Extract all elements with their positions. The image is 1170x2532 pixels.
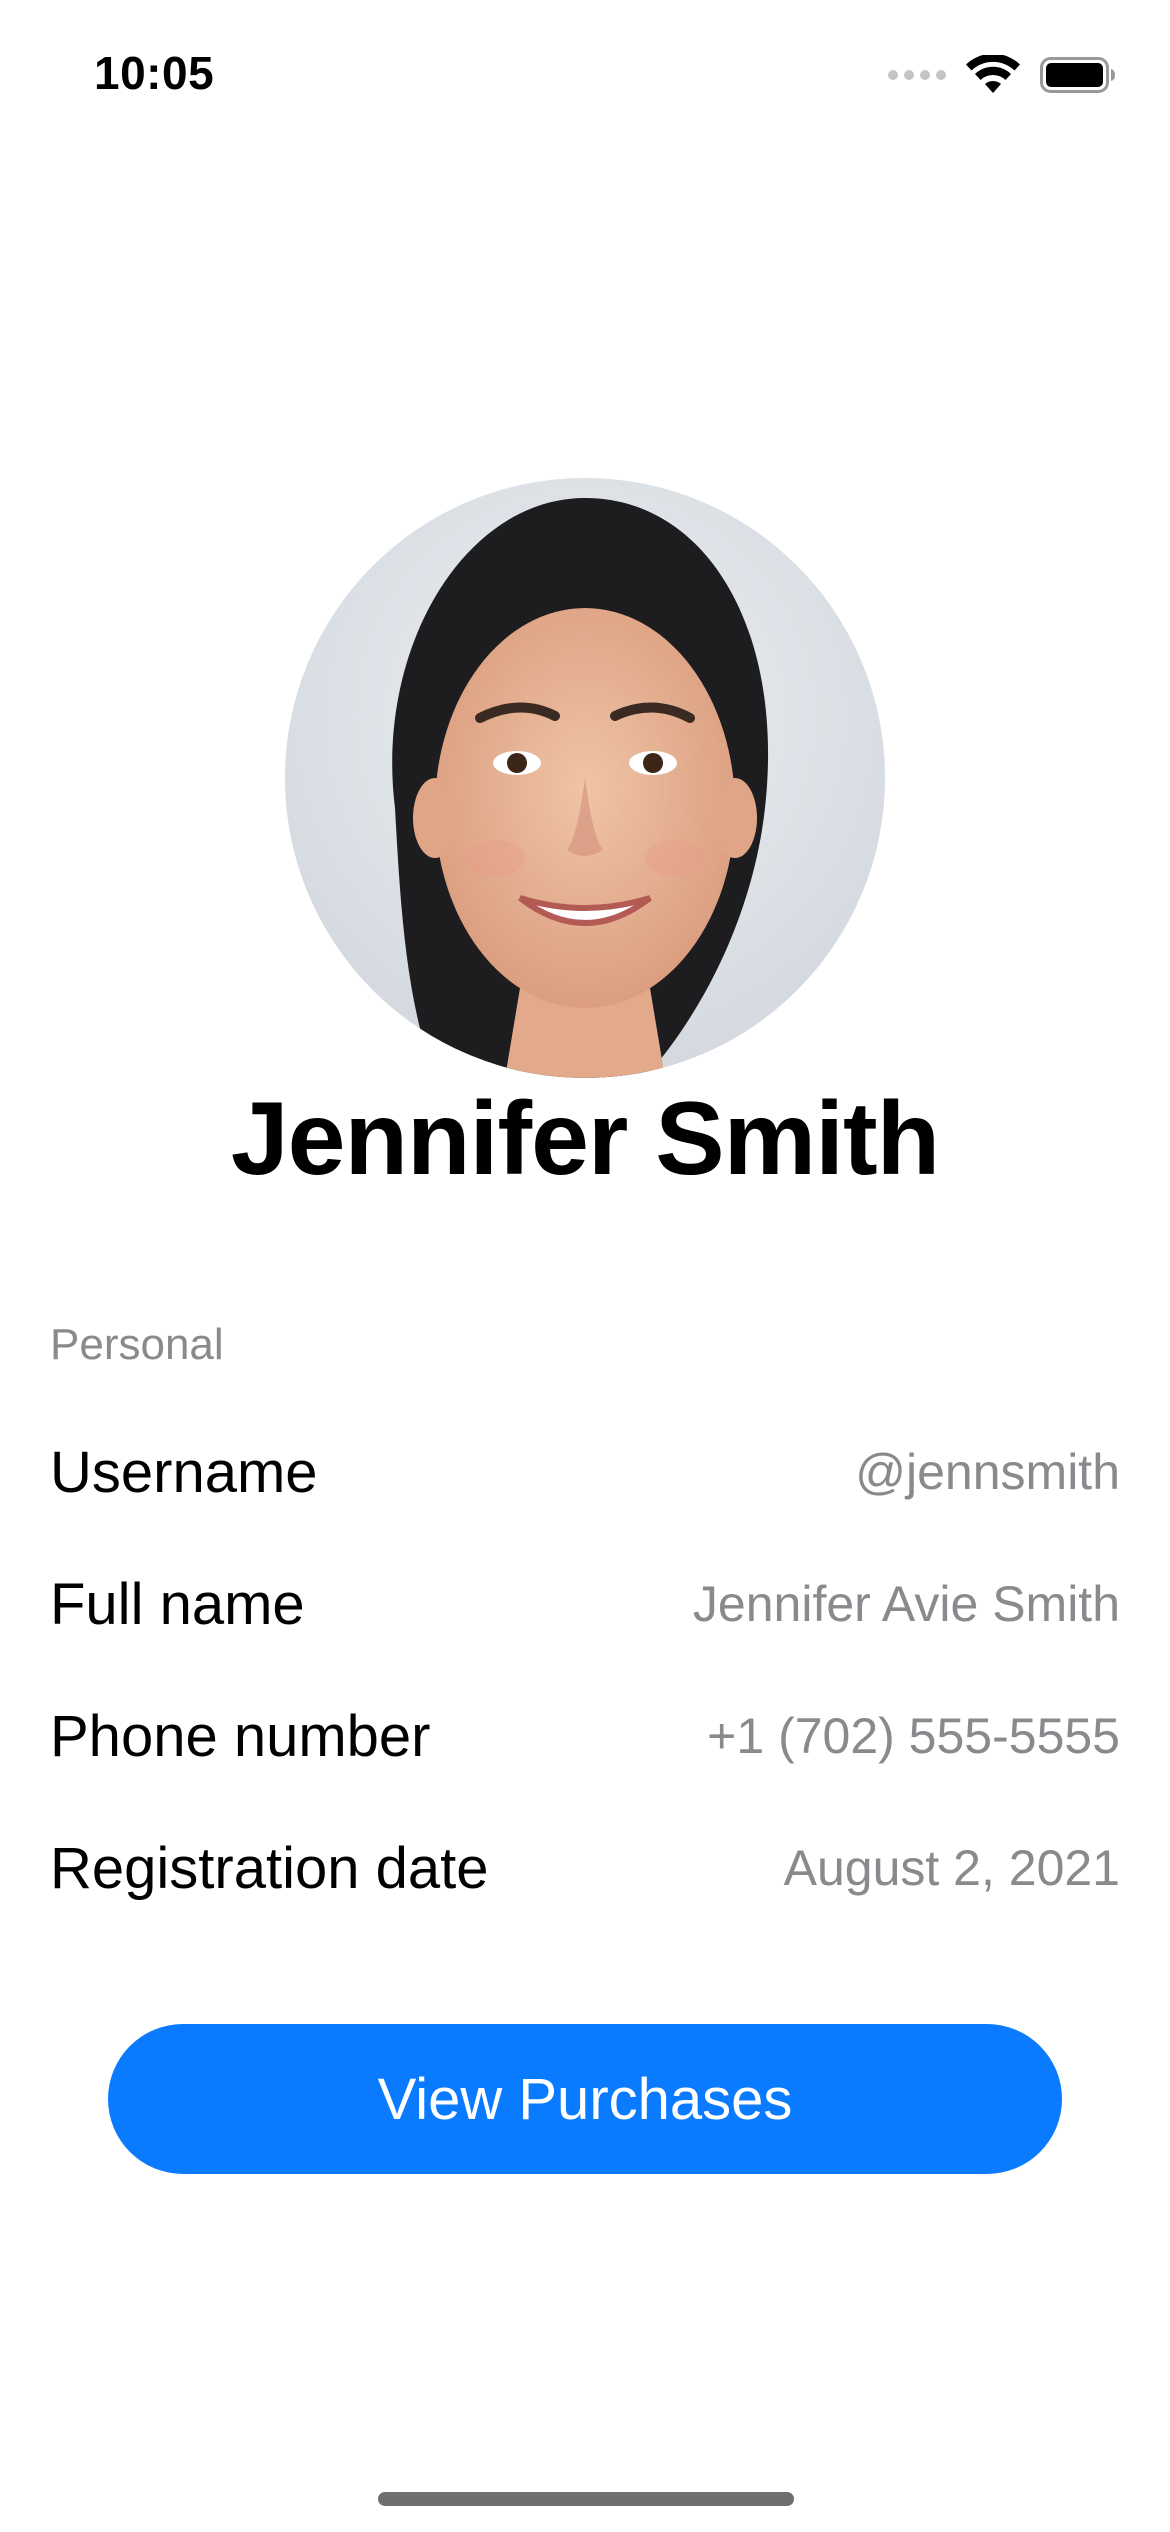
cellular-signal-icon <box>888 70 946 80</box>
section-header-personal: Personal <box>50 1320 224 1369</box>
status-icons <box>888 52 1116 98</box>
home-indicator[interactable] <box>378 2492 794 2506</box>
info-row-full-name: Full name Jennifer Avie Smith <box>50 1564 1120 1644</box>
profile-avatar <box>285 478 885 1078</box>
info-value: August 2, 2021 <box>783 1840 1120 1896</box>
info-value: Jennifer Avie Smith <box>692 1576 1120 1632</box>
info-label: Username <box>50 1439 318 1505</box>
info-label: Registration date <box>50 1835 489 1901</box>
info-row-registration-date: Registration date August 2, 2021 <box>50 1828 1120 1908</box>
info-label: Phone number <box>50 1703 431 1769</box>
info-value: @jennsmith <box>855 1444 1120 1500</box>
info-row-phone-number: Phone number +1 (702) 555-5555 <box>50 1696 1120 1776</box>
view-purchases-button[interactable]: View Purchases <box>108 2024 1062 2174</box>
info-value: +1 (702) 555-5555 <box>707 1708 1120 1764</box>
battery-icon <box>1040 57 1115 93</box>
profile-name: Jennifer Smith <box>230 1081 940 1197</box>
profile-screen: 10:05 Jennifer Smith Personal Username @… <box>0 0 1170 2532</box>
status-time: 10:05 <box>94 47 215 99</box>
wifi-icon <box>966 55 1020 93</box>
info-row-username: Username @jennsmith <box>50 1432 1120 1512</box>
avatar-photo-illustration <box>285 478 885 1078</box>
info-label: Full name <box>50 1571 305 1637</box>
